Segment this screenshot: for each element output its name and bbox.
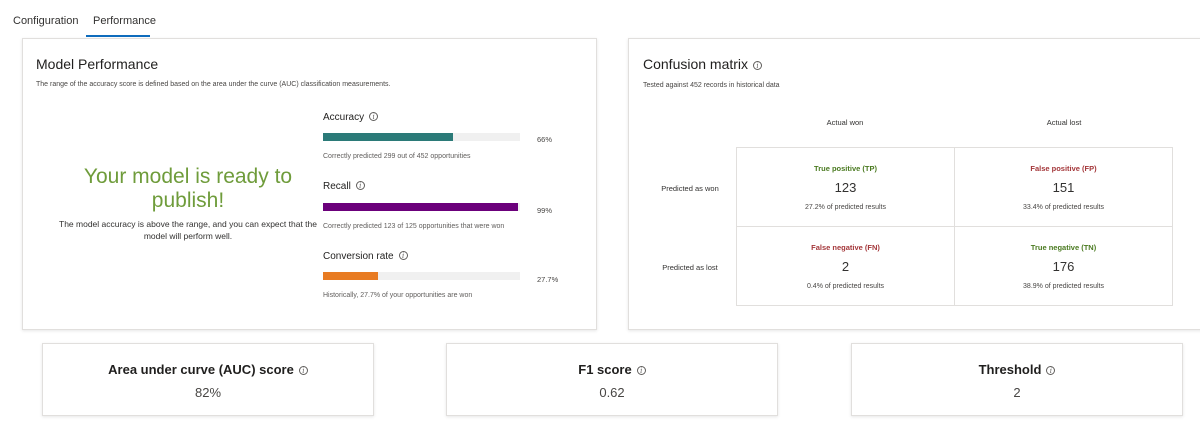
model-ready-message: Your model is ready to publish! xyxy=(83,165,293,212)
f1-score-card: F1 score i 0.62 xyxy=(446,343,778,416)
info-icon[interactable]: i xyxy=(753,61,763,70)
f1-score-title: F1 score i xyxy=(447,362,777,377)
conversion-rate-bar xyxy=(323,272,520,280)
accuracy-label: Accuracy i xyxy=(323,112,379,123)
info-icon[interactable]: i xyxy=(355,181,365,190)
f1-score-value: 0.62 xyxy=(599,385,625,400)
recall-value: 99% xyxy=(537,206,553,215)
recall-bar xyxy=(323,203,520,211)
column-header-actual-lost: Actual lost xyxy=(1046,118,1082,127)
cell-kind-label: True negative (TN) xyxy=(1030,243,1097,252)
info-icon[interactable]: i xyxy=(298,366,308,375)
cell-true-positive: True positive (TP) 123 27.2% of predicte… xyxy=(736,147,955,227)
column-header-actual-won: Actual won xyxy=(826,118,864,127)
accuracy-bar xyxy=(323,133,520,141)
accuracy-bar-fill xyxy=(323,133,454,141)
threshold-title: Threshold i xyxy=(852,362,1182,377)
info-icon[interactable]: i xyxy=(398,251,408,260)
cell-percent: 27.2% of predicted results xyxy=(805,204,886,211)
cell-kind-label: False positive (FP) xyxy=(1030,164,1097,173)
recall-note: Correctly predicted 123 of 125 opportuni… xyxy=(323,223,505,230)
confusion-matrix-subtitle: Tested against 452 records in historical… xyxy=(643,82,780,89)
accuracy-note: Correctly predicted 299 out of 452 oppor… xyxy=(323,153,471,160)
model-performance-card: Model Performance The range of the accur… xyxy=(22,38,597,330)
cell-false-positive: False positive (FP) 151 33.4% of predict… xyxy=(954,147,1173,227)
cell-true-negative: True negative (TN) 176 38.9% of predicte… xyxy=(954,226,1173,306)
cell-count: 151 xyxy=(1052,180,1075,195)
row-header-predicted-won: Predicted as won xyxy=(661,184,719,193)
cell-count: 176 xyxy=(1052,259,1075,274)
info-icon[interactable]: i xyxy=(636,366,646,375)
threshold-label: Threshold xyxy=(978,362,1042,377)
confusion-matrix-card: Confusion matrix i Tested against 452 rec… xyxy=(628,38,1200,330)
tab-configuration[interactable]: Configuration xyxy=(13,15,78,27)
conversion-rate-label-text: Conversion rate xyxy=(323,251,394,262)
cell-kind-label: True positive (TP) xyxy=(814,164,877,173)
cell-false-negative: False negative (FN) 2 0.4% of predicted … xyxy=(736,226,955,306)
accuracy-label-text: Accuracy xyxy=(323,112,365,123)
conversion-rate-note: Historically, 27.7% of your opportunitie… xyxy=(323,292,473,299)
row-header-predicted-lost: Predicted as lost xyxy=(662,263,718,272)
auc-score-value: 82% xyxy=(194,385,222,400)
cell-kind-label: False negative (FN) xyxy=(811,243,880,252)
f1-score-label: F1 score xyxy=(578,362,632,377)
tab-performance[interactable]: Performance xyxy=(93,15,156,27)
model-ready-description: The model accuracy is above the range, a… xyxy=(59,219,317,241)
confusion-matrix-title: Confusion matrix i xyxy=(643,56,763,72)
recall-label-text: Recall xyxy=(323,181,351,192)
cell-percent: 33.4% of predicted results xyxy=(1023,204,1104,211)
info-icon[interactable]: i xyxy=(369,112,379,121)
tab-bar: Configuration Performance xyxy=(0,0,1200,38)
auc-score-card: Area under curve (AUC) score i 82% xyxy=(42,343,374,416)
cell-count: 123 xyxy=(834,180,857,195)
auc-score-label: Area under curve (AUC) score xyxy=(108,362,294,377)
model-performance-subtitle: The range of the accuracy score is defin… xyxy=(36,81,391,88)
conversion-rate-value: 27.7% xyxy=(537,275,559,284)
info-icon[interactable]: i xyxy=(1046,366,1056,375)
cell-count: 2 xyxy=(841,259,850,274)
accuracy-value: 66% xyxy=(537,135,553,144)
recall-bar-fill xyxy=(323,203,519,211)
auc-score-title: Area under curve (AUC) score i xyxy=(43,362,373,377)
tab-selected-indicator xyxy=(86,35,150,37)
conversion-rate-label: Conversion rate i xyxy=(323,251,408,262)
recall-label: Recall i xyxy=(323,181,365,192)
cell-percent: 38.9% of predicted results xyxy=(1023,283,1104,290)
model-performance-title: Model Performance xyxy=(36,56,159,72)
cell-percent: 0.4% of predicted results xyxy=(806,283,885,290)
conversion-rate-bar-fill xyxy=(323,272,378,280)
threshold-card: Threshold i 2 xyxy=(851,343,1183,416)
confusion-matrix-title-text: Confusion matrix xyxy=(643,56,749,72)
threshold-value: 2 xyxy=(1013,385,1021,400)
